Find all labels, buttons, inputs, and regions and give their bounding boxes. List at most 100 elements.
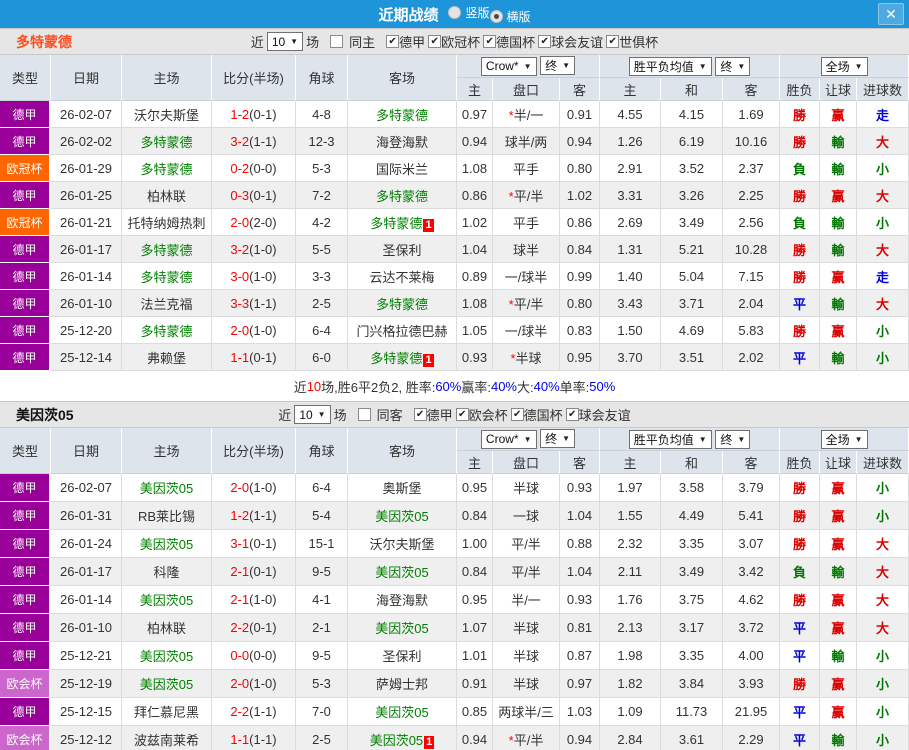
corners-cell: 5-3 [296,155,348,182]
filter-checkbox-德国杯[interactable] [510,408,524,421]
odds-group-header: Crow* ▼ 终 ▼ [457,55,600,78]
match-row: 欧会杯 25-12-19 美因茨05 2-0(1-0) 5-3 萨姆士邦 0.91 半球 0.9… [0,670,909,698]
home-team: 多特蒙德 [122,317,212,344]
corners-cell: 12-3 [296,128,348,155]
sub-col-header: 主 [457,451,493,474]
filter-checkbox-欧会杯[interactable] [455,408,469,421]
league-badge: 德甲 [0,344,51,371]
mean-home: 3.31 [600,182,661,209]
league-badge: 德甲 [0,558,51,586]
result-goals: 大 [857,128,909,155]
mean-select[interactable]: 胜平负均值 ▼ [628,56,712,76]
odds-away: 0.94 [560,726,600,750]
filter-checkbox-德甲[interactable] [413,408,427,421]
result-handicap: 赢 [820,530,858,558]
mean-final-select[interactable]: 终 ▼ [715,429,751,449]
filter-checkbox-label: 球会友谊 [578,408,631,423]
layout-radio-0[interactable] [448,5,462,19]
mean-draw: 3.49 [661,558,723,586]
odds-home: 0.84 [457,502,493,530]
result-handicap: 赢 [820,502,858,530]
result-goals: 小 [857,726,909,750]
score-cell: 1-1(1-1) [212,726,296,750]
filter-checkbox-欧冠杯[interactable] [428,35,442,48]
odds-final-select[interactable]: 终 ▼ [540,56,576,76]
match-row: 德甲 26-02-07 沃尔夫斯堡 1-2(0-1) 4-8 多特蒙德 0.97 *半/一 0.… [0,101,909,128]
score-cell: 3-3(1-1) [212,290,296,317]
score-cell: 1-1(0-1) [212,344,296,371]
match-count-select[interactable]: 10 ▼ [266,32,304,51]
result-handicap: 赢 [820,670,858,698]
mean-draw: 3.17 [661,614,723,642]
mean-home: 4.55 [600,101,661,128]
result-handicap: 輸 [820,209,858,236]
odds-home: 0.85 [457,698,493,726]
close-button[interactable]: ✕ [878,3,904,25]
mean-select[interactable]: 胜平负均值 ▼ [628,429,712,449]
corners-cell: 15-1 [296,530,348,558]
league-badge: 德甲 [0,128,51,155]
odds-final-select[interactable]: 终 ▼ [540,429,576,449]
filter-checkbox-球会友谊[interactable] [538,35,552,48]
col-header: 主场 [122,428,212,474]
score-cell: 2-1(0-1) [212,558,296,586]
mean-draw: 4.69 [661,317,723,344]
layout-radio-1[interactable] [489,9,503,23]
mean-home: 2.69 [600,209,661,236]
filter-band: 多特蒙德 近10▼场 同主 德甲欧冠杯德国杯球会友谊世俱杯 [0,28,909,55]
filter-checkbox-德甲[interactable] [386,35,400,48]
handicap: 球半 [493,236,560,263]
odds-home: 0.91 [457,670,493,698]
scope-select[interactable]: 全场 ▼ [820,56,868,76]
away-team: 多特蒙德 1 [348,209,457,236]
odds-away: 0.91 [560,101,600,128]
filter-checkbox-同主[interactable] [330,35,344,48]
match-date: 26-02-07 [51,474,122,502]
score-cell: 2-1(1-0) [212,586,296,614]
card-badge: 1 [423,218,434,232]
mean-draw: 3.35 [661,642,723,670]
odds-away: 0.99 [560,263,600,290]
scope-select[interactable]: 全场 ▼ [820,429,868,449]
odds-company-select[interactable]: Crow* ▼ [480,429,537,449]
filter-checkbox-球会友谊[interactable] [565,408,579,421]
result-wdl: 勝 [780,317,821,344]
mean-home: 1.09 [600,698,661,726]
match-count-select[interactable]: 10 ▼ [294,405,331,424]
odds-company-select[interactable]: Crow* ▼ [480,56,537,76]
away-team: 美因茨05 [348,614,457,642]
result-handicap: 赢 [820,182,858,209]
mean-home: 1.97 [600,474,661,502]
corners-cell: 4-1 [296,586,348,614]
result-goals: 小 [857,642,909,670]
filter-checkbox-同客[interactable] [357,408,371,421]
odds-home: 1.05 [457,317,493,344]
away-team: 奥斯堡 [348,474,457,502]
result-handicap: 輸 [820,344,858,371]
match-row: 德甲 26-01-17 科隆 2-1(0-1) 9-5 美因茨05 0.84 平/半 1.04 2… [0,558,909,586]
result-goals: 大 [857,558,909,586]
corners-cell: 2-5 [296,726,348,750]
title-bar: 近期战绩 竖版 横版 ✕ [0,0,909,28]
home-team: 多特蒙德 [122,263,212,290]
result-wdl: 勝 [780,128,821,155]
match-row: 欧冠杯 26-01-29 多特蒙德 0-2(0-0) 5-3 国际米兰 1.08 平手 0.80… [0,155,909,182]
col-header: 比分(半场) [212,428,296,474]
col-header: 角球 [296,428,348,474]
mean-final-select[interactable]: 终 ▼ [715,56,751,76]
filter-checkbox-德国杯[interactable] [483,35,497,48]
result-wdl: 勝 [780,236,821,263]
score-cell: 3-1(0-1) [212,530,296,558]
filter-controls: 近10▼场 同主 德甲欧冠杯德国杯球会友谊世俱杯 [251,32,658,51]
match-row: 德甲 25-12-20 多特蒙德 2-0(1-0) 6-4 门兴格拉德巴赫 1.05 一/球半… [0,317,909,344]
league-badge: 德甲 [0,263,51,290]
mean-draw: 5.21 [661,236,723,263]
handicap: 球半/两 [493,128,560,155]
record-summary: 近 10 场,胜6平2负2, 胜率: 60% 赢率: 40% 大: 40% 单率: 50% [0,371,909,401]
mean-away: 2.56 [723,209,781,236]
odds-away: 1.03 [560,698,600,726]
match-row: 德甲 26-01-10 柏林联 2-2(0-1) 2-1 美因茨05 1.07 半球 0.81 2… [0,614,909,642]
result-wdl: 勝 [780,530,821,558]
handicap: 半球 [493,670,560,698]
filter-checkbox-世俱杯[interactable] [606,35,620,48]
